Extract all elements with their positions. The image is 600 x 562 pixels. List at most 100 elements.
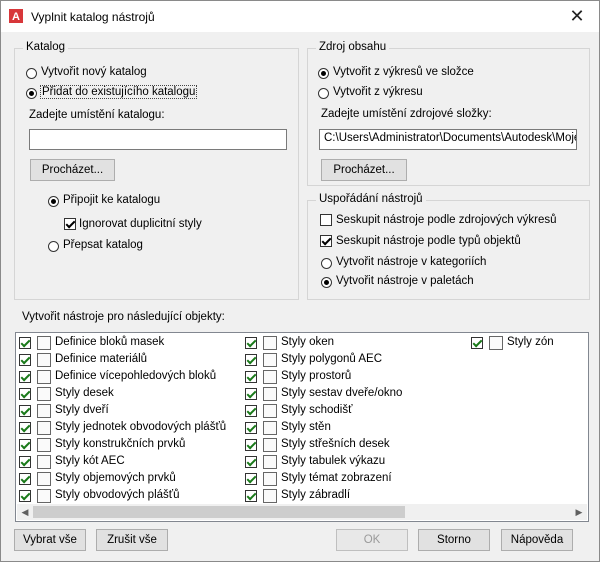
object-checkbox[interactable] [19,456,31,468]
object-checkbox[interactable] [19,439,31,451]
check-group-by-drawing[interactable] [320,214,332,226]
object-label: Styly zábradlí [281,489,351,501]
scrollbar-thumb[interactable] [33,506,405,518]
object-label: Styly zón [507,336,554,348]
close-button[interactable]: ✕ [555,1,599,32]
object-checkbox[interactable] [19,405,31,417]
radio-attach-catalog-label[interactable]: Připojit ke katalogu [63,194,160,206]
object-list-item[interactable]: Styly oken [245,335,470,352]
deselect-all-button[interactable]: Zrušit vše [96,529,168,551]
object-style-icon [263,489,277,503]
source-folder-input[interactable]: C:\Users\Administrator\Documents\Autodes… [319,129,577,150]
object-checkbox[interactable] [19,490,31,502]
radio-add-to-catalog[interactable] [26,88,37,99]
check-ignore-duplicates-label[interactable]: Ignorovat duplicitní styly [79,218,202,230]
object-checkbox[interactable] [19,473,31,485]
object-checkbox[interactable] [245,473,257,485]
object-list-item[interactable]: Styly kót AEC [19,454,244,471]
object-checkbox[interactable] [245,490,257,502]
catalog-location-input[interactable] [29,129,287,150]
object-list-item[interactable]: Definice materiálů [19,352,244,369]
radio-in-categories-label[interactable]: Vytvořit nástroje v kategoriích [336,256,486,268]
radio-in-palettes[interactable] [321,277,332,288]
object-checkbox[interactable] [245,405,257,417]
object-list-item[interactable]: Definice vícepohledových bloků [19,369,244,386]
object-style-icon [263,421,277,435]
help-button[interactable]: Nápověda [501,529,573,551]
radio-from-folder[interactable] [318,68,329,79]
ok-button[interactable]: OK [336,529,408,551]
radio-new-catalog[interactable] [26,68,37,79]
object-label: Styly sestav dveře/okno [281,387,403,399]
radio-add-to-catalog-label[interactable]: Přidat do existujícího katalogu [40,85,198,99]
object-style-icon [263,472,277,486]
object-checkbox[interactable] [245,337,257,349]
horizontal-scrollbar[interactable]: ◀ ▶ [17,504,587,520]
radio-from-drawing[interactable] [318,88,329,99]
radio-overwrite-catalog[interactable] [48,241,59,252]
check-ignore-duplicates[interactable] [64,218,76,230]
object-list-item[interactable]: Styly témat zobrazení [245,471,470,488]
object-checkbox[interactable] [19,388,31,400]
app-icon: A [9,9,23,23]
object-style-icon [37,370,51,384]
object-list-item[interactable]: Styly konstrukčních prvků [19,437,244,454]
object-label: Styly polygonů AEC [281,353,383,365]
object-checkbox[interactable] [19,371,31,383]
close-icon: ✕ [569,6,585,26]
object-list-item[interactable]: Styly střešních desek [245,437,470,454]
catalog-browse-button[interactable]: Procházet... [30,159,115,181]
radio-from-folder-label[interactable]: Vytvořit z výkresů ve složce [333,66,474,78]
object-list-item[interactable]: Styly obvodových plášťů [19,488,244,505]
object-checkbox[interactable] [19,422,31,434]
catalog-location-label: Zadejte umístění katalogu: [29,109,165,121]
object-label: Styly objemových prvků [55,472,176,484]
objects-column-2: Styly oken Styly polygonů AEC Styly prosto… [245,335,470,505]
object-checkbox[interactable] [19,337,31,349]
object-checkbox[interactable] [245,354,257,366]
check-group-by-type-label[interactable]: Seskupit nástroje podle typů objektů [336,235,521,247]
select-all-button[interactable]: Vybrat vše [14,529,86,551]
object-list-item[interactable]: Styly tabulek výkazu [245,454,470,471]
object-checkbox[interactable] [245,456,257,468]
object-checkbox[interactable] [245,388,257,400]
object-checkbox[interactable] [245,371,257,383]
object-list-item[interactable]: Styly sestav dveře/okno [245,386,470,403]
scroll-left-icon[interactable]: ◀ [17,504,33,520]
object-list-item[interactable]: Styly zábradlí [245,488,470,505]
object-style-icon [37,455,51,469]
object-list-item[interactable]: Styly zón [471,335,581,352]
cancel-button[interactable]: Storno [418,529,490,551]
radio-from-drawing-label[interactable]: Vytvořit z výkresu [333,86,423,98]
object-checkbox[interactable] [19,354,31,366]
scroll-right-icon[interactable]: ▶ [571,504,587,520]
radio-new-catalog-label[interactable]: Vytvořit nový katalog [41,66,147,78]
object-checkbox[interactable] [471,337,483,349]
object-label: Definice materiálů [55,353,148,365]
radio-in-palettes-label[interactable]: Vytvořit nástroje v paletách [336,275,474,287]
object-list-item[interactable]: Styly dveří [19,403,244,420]
radio-attach-catalog[interactable] [48,196,59,207]
check-group-by-drawing-label[interactable]: Seskupit nástroje podle zdrojových výkre… [336,214,557,226]
objects-list-label: Vytvořit nástroje pro následující objekt… [22,311,225,323]
object-style-icon [263,336,277,350]
source-browse-button[interactable]: Procházet... [321,159,407,181]
object-list-item[interactable]: Definice bloků masek [19,335,244,352]
dialog-window: A Vyplnit katalog nástrojů ✕ Katalog Vyt… [0,0,600,562]
radio-overwrite-catalog-label[interactable]: Přepsat katalog [63,239,143,251]
object-list-item[interactable]: Styly objemových prvků [19,471,244,488]
radio-in-categories[interactable] [321,258,332,269]
svg-text:A: A [12,11,20,23]
object-checkbox[interactable] [245,439,257,451]
object-style-icon [263,438,277,452]
objects-listbox[interactable]: Definice bloků masek Definice materiálů De… [15,332,589,522]
check-group-by-type[interactable] [320,235,332,247]
object-list-item[interactable]: Styly desek [19,386,244,403]
object-list-item[interactable]: Styly stěn [245,420,470,437]
object-style-icon [37,472,51,486]
object-list-item[interactable]: Styly jednotek obvodových plášťů [19,420,244,437]
object-checkbox[interactable] [245,422,257,434]
object-list-item[interactable]: Styly prostorů [245,369,470,386]
object-list-item[interactable]: Styly schodišť [245,403,470,420]
object-list-item[interactable]: Styly polygonů AEC [245,352,470,369]
